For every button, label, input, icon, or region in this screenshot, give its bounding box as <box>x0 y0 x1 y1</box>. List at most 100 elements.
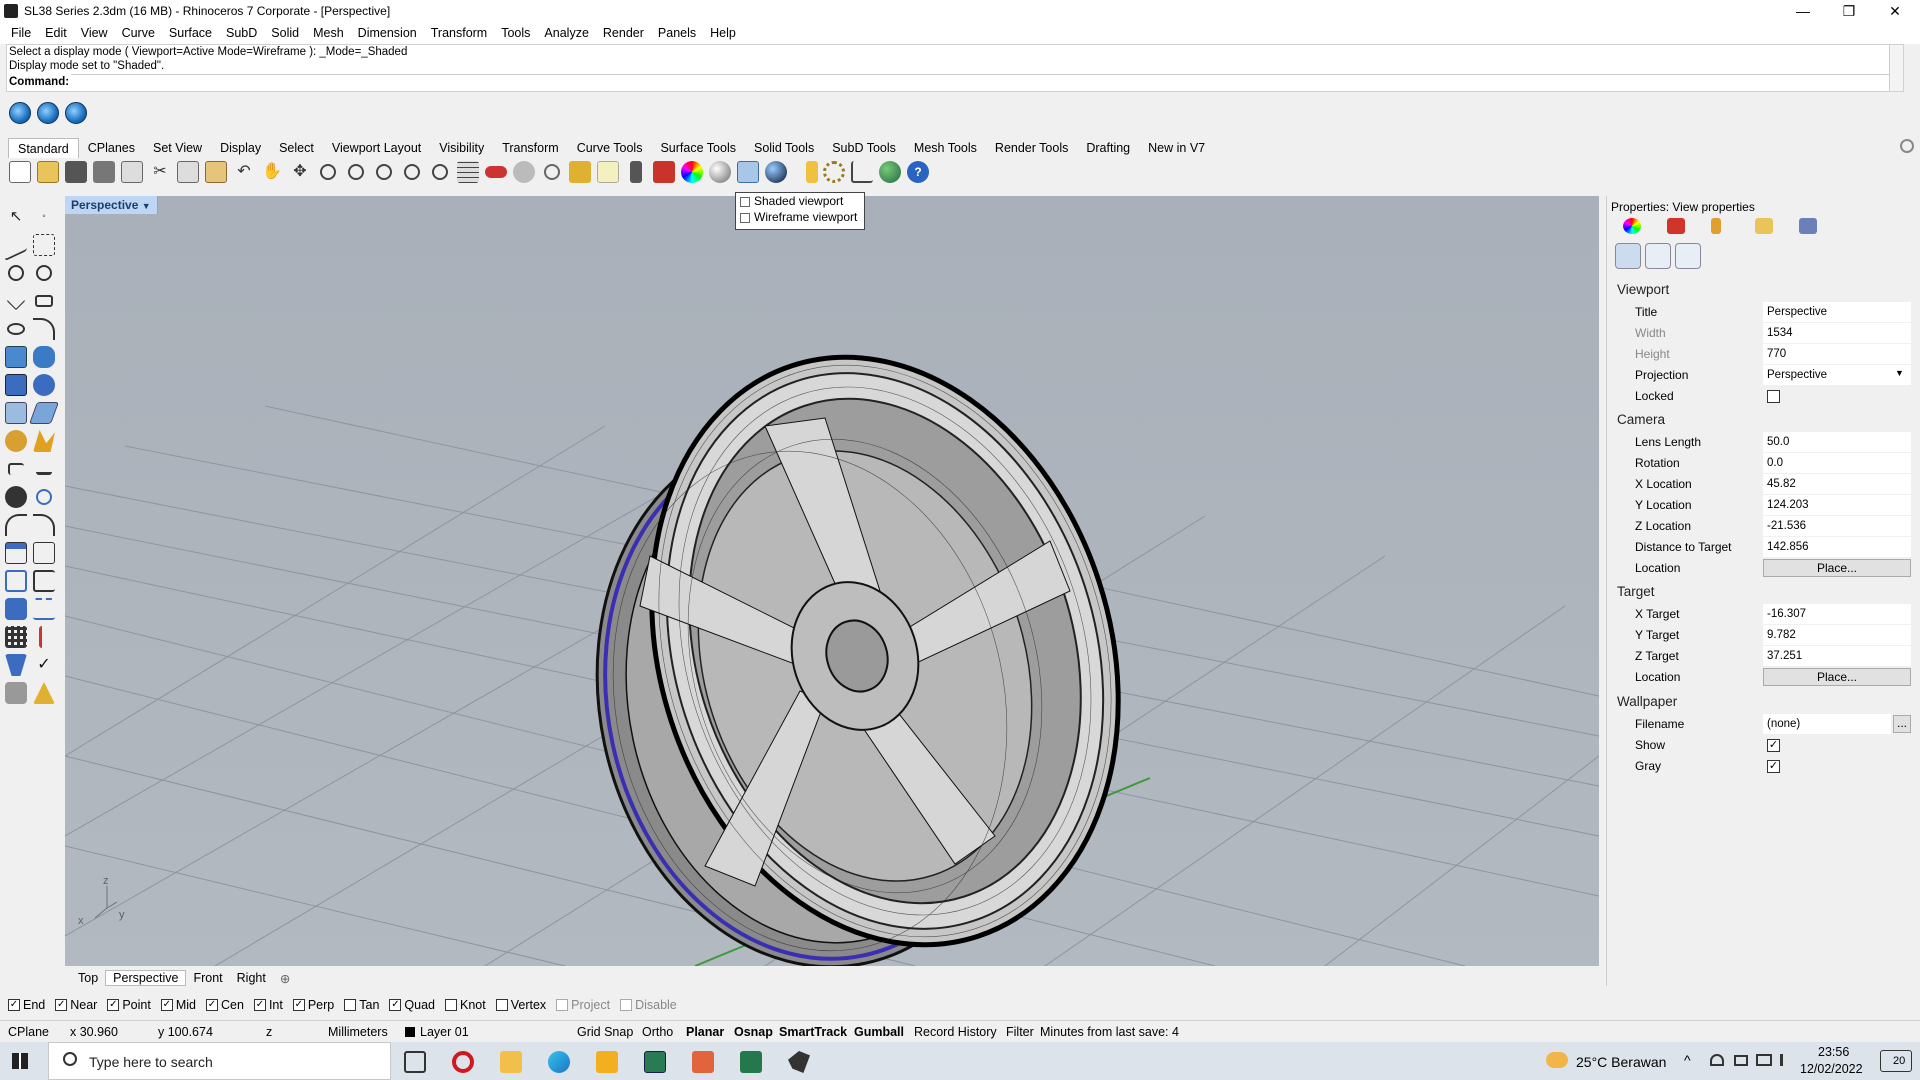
rectangle-icon[interactable] <box>35 295 53 307</box>
libraries-tab-icon[interactable] <box>1755 218 1773 234</box>
filename-field[interactable]: (none) <box>1763 714 1891 734</box>
osnap-toggle[interactable]: Osnap <box>734 1025 773 1039</box>
group-icon[interactable] <box>33 570 55 592</box>
tab-solid-tools[interactable]: Solid Tools <box>745 138 823 158</box>
array-icon[interactable] <box>5 626 27 648</box>
extrude-icon[interactable] <box>5 402 27 424</box>
curve-icon[interactable] <box>33 234 55 256</box>
smarttrack-toggle[interactable]: SmartTrack <box>779 1025 847 1039</box>
windows-start-icon[interactable] <box>12 1053 28 1069</box>
ellipse-icon[interactable] <box>36 265 52 281</box>
align-icon[interactable] <box>33 598 55 620</box>
options-gear-icon[interactable] <box>823 161 845 183</box>
mirror-icon[interactable] <box>39 626 49 648</box>
osnap-quad[interactable]: ✓ Quad <box>389 998 435 1012</box>
zoom-selected-icon[interactable] <box>404 164 420 180</box>
menu-transform[interactable]: Transform <box>424 26 495 40</box>
cut-icon[interactable]: ✂ <box>149 161 171 183</box>
plugin-icon[interactable] <box>37 102 59 124</box>
viewport-canvas[interactable]: x y z <box>65 196 1599 966</box>
height-field[interactable]: 770 <box>1763 344 1911 364</box>
show-checkbox[interactable]: ✓ <box>1767 739 1780 752</box>
car-icon[interactable] <box>485 166 507 178</box>
layers-tab-icon[interactable] <box>1667 218 1685 234</box>
osnap-disable[interactable]: Disable <box>620 998 677 1012</box>
point-icon[interactable]: ◦ <box>33 206 55 228</box>
tab-new-in-v7[interactable]: New in V7 <box>1139 138 1214 158</box>
menu-view[interactable]: View <box>74 26 115 40</box>
opera-icon[interactable] <box>452 1051 474 1073</box>
sphere-icon[interactable] <box>33 374 55 396</box>
menu-item-wireframe-viewport[interactable]: Wireframe viewport <box>736 209 864 225</box>
tab-standard[interactable]: Standard <box>8 137 79 159</box>
color-wheel-icon[interactable] <box>681 161 703 183</box>
freeform-curve-icon[interactable] <box>33 318 55 340</box>
clock-time[interactable]: 23:56 <box>1818 1045 1849 1059</box>
new-file-icon[interactable] <box>9 161 31 183</box>
chevron-down-icon[interactable]: ▼ <box>1895 368 1904 378</box>
undo-icon[interactable]: ↶ <box>233 161 255 183</box>
rendered-display-icon[interactable] <box>765 161 787 183</box>
analyze-icon[interactable] <box>5 682 27 704</box>
add-tab-icon[interactable]: ⊕ <box>273 971 297 986</box>
render-tools-icon[interactable] <box>33 682 55 704</box>
app-icon[interactable] <box>596 1051 618 1073</box>
tab-visibility[interactable]: Visibility <box>430 138 493 158</box>
menu-item-shaded-viewport[interactable]: Shaded viewport <box>736 193 864 209</box>
menu-render[interactable]: Render <box>596 26 651 40</box>
offset-surface-icon[interactable] <box>28 402 60 424</box>
named-views-tab-icon[interactable] <box>1799 218 1817 234</box>
task-view-icon[interactable] <box>404 1051 426 1073</box>
osnap-point[interactable]: ✓ Point <box>107 998 151 1012</box>
lens-length-field[interactable]: 50.0 <box>1763 432 1911 452</box>
transform-icon[interactable] <box>5 598 27 620</box>
gumball-toggle[interactable]: Gumball <box>854 1025 904 1039</box>
rotate-view-icon[interactable] <box>432 164 448 180</box>
layer-icon[interactable] <box>653 161 675 183</box>
menu-dimension[interactable]: Dimension <box>351 26 424 40</box>
dimension-tool-icon[interactable] <box>8 463 24 475</box>
tab-drafting[interactable]: Drafting <box>1077 138 1139 158</box>
polyline-icon[interactable] <box>5 228 27 262</box>
explode-icon[interactable] <box>33 430 55 452</box>
select-arrow-icon[interactable]: ↖ <box>5 206 27 228</box>
edge-icon[interactable] <box>548 1051 570 1073</box>
light-bulb-icon[interactable] <box>597 161 619 183</box>
check-objects-icon[interactable]: ✓ <box>33 654 55 676</box>
zoom-extents-icon[interactable] <box>376 164 392 180</box>
surface-from-points-icon[interactable] <box>5 346 27 368</box>
lock-icon[interactable] <box>630 161 642 183</box>
osnap-knot[interactable]: Knot <box>445 998 486 1012</box>
fillet-icon[interactable] <box>5 514 27 536</box>
locked-checkbox[interactable] <box>1767 390 1780 403</box>
planar-toggle[interactable]: Planar <box>686 1025 724 1039</box>
menu-surface[interactable]: Surface <box>162 26 219 40</box>
tab-top[interactable]: Top <box>71 971 105 985</box>
rotation-field[interactable]: 0.0 <box>1763 453 1911 473</box>
projection-select[interactable]: Perspective <box>1763 365 1911 385</box>
distance-field[interactable]: 142.856 <box>1763 537 1911 557</box>
import-icon[interactable] <box>121 161 143 183</box>
place-target-button[interactable]: Place... <box>1763 668 1911 686</box>
pen-icon[interactable] <box>806 161 818 183</box>
osnap-int[interactable]: ✓ Int <box>253 998 283 1012</box>
osnap-cen[interactable]: ✓ Cen <box>206 998 244 1012</box>
x-location-field[interactable]: 45.82 <box>1763 474 1911 494</box>
shaded-display-icon[interactable] <box>737 161 759 183</box>
record-history-toggle[interactable]: Record History <box>914 1025 997 1039</box>
cplane-indicator[interactable]: CPlane <box>8 1025 49 1039</box>
menu-mesh[interactable]: Mesh <box>306 26 351 40</box>
grid-icon[interactable] <box>457 161 479 183</box>
ortho-toggle[interactable]: Ortho <box>642 1025 673 1039</box>
frame-icon[interactable] <box>1675 243 1701 269</box>
chevron-up-icon[interactable]: ^ <box>1684 1052 1691 1068</box>
menu-analyze[interactable]: Analyze <box>537 26 595 40</box>
boolean-union-icon[interactable] <box>5 486 27 508</box>
clock-date[interactable]: 12/02/2022 <box>1800 1062 1863 1076</box>
menu-edit[interactable]: Edit <box>38 26 74 40</box>
split-icon[interactable] <box>33 542 55 564</box>
osnap-near[interactable]: ✓ Near <box>55 998 97 1012</box>
gray-checkbox[interactable]: ✓ <box>1767 760 1780 773</box>
file-explorer-icon[interactable] <box>500 1051 522 1073</box>
x-target-field[interactable]: -16.307 <box>1763 604 1911 624</box>
